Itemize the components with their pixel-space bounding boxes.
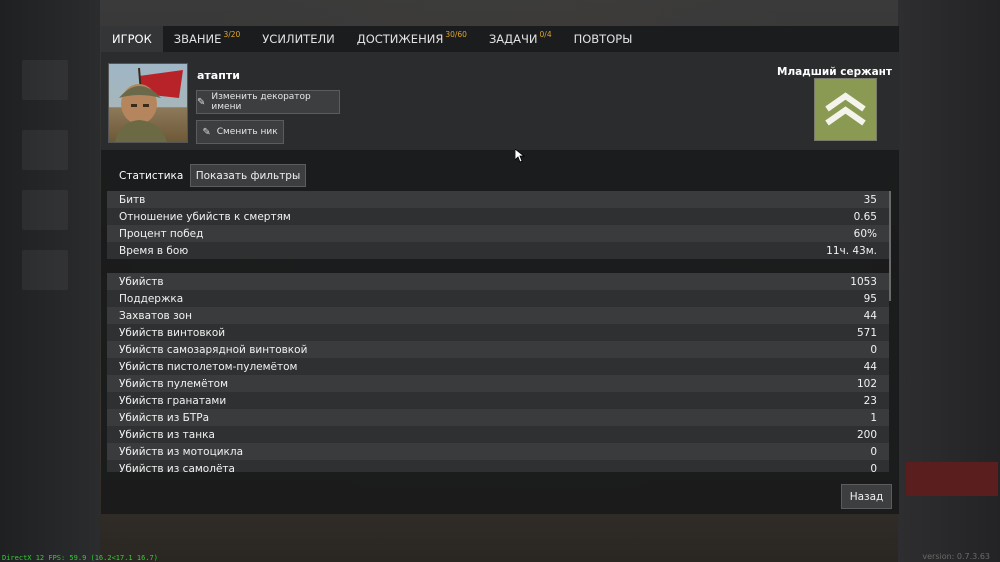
stat-value: 11ч. 43м. xyxy=(826,244,877,257)
tab-label: ПОВТОРЫ xyxy=(573,32,633,46)
tab-label: УСИЛИТЕЛИ xyxy=(262,32,335,46)
stat-name: Убийств из танка xyxy=(119,428,215,441)
table-row: Убийств из самолёта 0 xyxy=(107,460,889,472)
tab-replays[interactable]: ПОВТОРЫ xyxy=(562,26,644,52)
stat-name: Процент побед xyxy=(119,227,204,240)
player-profile-window: ИГРОК ЗВАНИЕ 3/20 УСИЛИТЕЛИ ДОСТИЖЕНИЯ 3… xyxy=(101,26,899,514)
table-row: Убийств винтовкой 571 xyxy=(107,324,889,341)
pencil-icon: ✎ xyxy=(202,126,211,138)
tab-badge: 0/4 xyxy=(539,29,552,39)
stat-value: 60% xyxy=(853,227,877,240)
stat-name: Поддержка xyxy=(119,292,184,305)
stat-name: Отношение убийств к смертям xyxy=(119,210,291,223)
stat-name: Битв xyxy=(119,193,146,206)
stat-name: Убийств из БТРа xyxy=(119,411,210,424)
table-row: Убийств пистолетом-пулемётом 44 xyxy=(107,358,889,375)
stat-value: 44 xyxy=(863,360,877,373)
pencil-icon: ✎ xyxy=(197,96,206,108)
chevron-rank-icon xyxy=(815,79,876,140)
button-label: Изменить декоратор имени xyxy=(211,92,311,112)
stat-value: 0 xyxy=(870,343,877,356)
back-button[interactable]: Назад xyxy=(841,484,892,509)
rank-badge[interactable] xyxy=(814,78,877,141)
stat-value: 0 xyxy=(870,445,877,458)
stats-header: Статистика Показать фильтры xyxy=(101,150,899,190)
stat-value: 23 xyxy=(863,394,877,407)
stats-label: Статистика xyxy=(119,170,184,182)
tab-boosters[interactable]: УСИЛИТЕЛИ xyxy=(251,26,346,52)
stat-name: Убийств самозарядной винтовкой xyxy=(119,343,308,356)
background-right-panel xyxy=(898,0,1000,562)
stat-value: 200 xyxy=(856,428,877,441)
stat-name: Убийств xyxy=(119,275,164,288)
stat-value: 571 xyxy=(856,326,877,339)
stat-value: 95 xyxy=(863,292,877,305)
fps-counter: DirectX 12 FPS: 59.9 (16.2<17.1 16.7) xyxy=(2,554,158,562)
stats-scrollbar[interactable] xyxy=(889,191,891,301)
stat-value: 0 xyxy=(870,462,877,473)
stat-value: 102 xyxy=(856,377,877,390)
tab-badge: 30/60 xyxy=(445,29,467,39)
stat-name: Убийств из мотоцикла xyxy=(119,445,244,458)
tab-rank[interactable]: ЗВАНИЕ 3/20 xyxy=(162,26,252,52)
show-filters-button[interactable]: Показать фильтры xyxy=(190,164,306,187)
background-slot xyxy=(22,190,68,230)
background-slot xyxy=(22,60,68,100)
tab-tasks[interactable]: ЗАДАЧИ 0/4 xyxy=(477,26,563,52)
background-left-panel xyxy=(0,0,100,562)
table-row: Убийств из мотоцикла 0 xyxy=(107,443,889,460)
tab-bar: ИГРОК ЗВАНИЕ 3/20 УСИЛИТЕЛИ ДОСТИЖЕНИЯ 3… xyxy=(101,26,899,52)
version-label: version: 0.7.3.63 xyxy=(922,552,990,561)
table-row: Убийств пулемётом 102 xyxy=(107,375,889,392)
stat-value: 1053 xyxy=(850,275,877,288)
background-slot xyxy=(22,130,68,170)
table-row: Захватов зон 44 xyxy=(107,307,889,324)
stat-name: Захватов зон xyxy=(119,309,192,322)
stat-name: Убийств из самолёта xyxy=(119,462,235,473)
tab-achievements[interactable]: ДОСТИЖЕНИЯ 30/60 xyxy=(345,26,478,52)
table-row: Убийств самозарядной винтовкой 0 xyxy=(107,341,889,358)
player-avatar[interactable] xyxy=(108,63,188,143)
table-row: Время в бою 11ч. 43м. xyxy=(107,242,889,259)
background-red-bar xyxy=(906,462,998,496)
background-slot xyxy=(22,250,68,290)
table-row: Убийств из БТРа 1 xyxy=(107,409,889,426)
tab-bar-filler xyxy=(643,26,899,52)
tab-label: ДОСТИЖЕНИЯ xyxy=(356,32,444,46)
player-header: атапти ✎ Изменить декоратор имени ✎ Смен… xyxy=(101,52,899,163)
player-name: атапти xyxy=(197,69,240,82)
table-row: Убийств гранатами 23 xyxy=(107,392,889,409)
table-row: Убийств из танка 200 xyxy=(107,426,889,443)
change-name-decorator-button[interactable]: ✎ Изменить декоратор имени xyxy=(196,90,340,114)
stats-table: Битв 35 Отношение убийств к смертям 0.65… xyxy=(107,191,891,472)
stat-name: Время в бою xyxy=(119,244,189,257)
soldier-portrait-icon xyxy=(115,67,183,142)
table-row: Битв 35 xyxy=(107,191,889,208)
stat-name: Убийств гранатами xyxy=(119,394,227,407)
tab-player[interactable]: ИГРОК xyxy=(101,26,163,52)
stat-value: 35 xyxy=(863,193,877,206)
table-row: Убийств 1053 xyxy=(107,273,889,290)
tab-badge: 3/20 xyxy=(223,29,241,39)
stat-value: 0.65 xyxy=(853,210,877,223)
stat-name: Убийств винтовкой xyxy=(119,326,226,339)
stat-value: 44 xyxy=(863,309,877,322)
table-row: Процент побед 60% xyxy=(107,225,889,242)
change-nick-button[interactable]: ✎ Сменить ник xyxy=(196,120,284,144)
button-label: Сменить ник xyxy=(216,127,278,137)
tab-label: ИГРОК xyxy=(112,32,152,46)
tab-label: ЗВАНИЕ xyxy=(173,32,222,46)
stat-name: Убийств пистолетом-пулемётом xyxy=(119,360,298,373)
table-row: Отношение убийств к смертям 0.65 xyxy=(107,208,889,225)
table-row: Поддержка 95 xyxy=(107,290,889,307)
rank-title: Младший сержант xyxy=(777,66,892,78)
stat-name: Убийств пулемётом xyxy=(119,377,229,390)
stat-value: 1 xyxy=(870,411,877,424)
tab-label: ЗАДАЧИ xyxy=(488,32,538,46)
